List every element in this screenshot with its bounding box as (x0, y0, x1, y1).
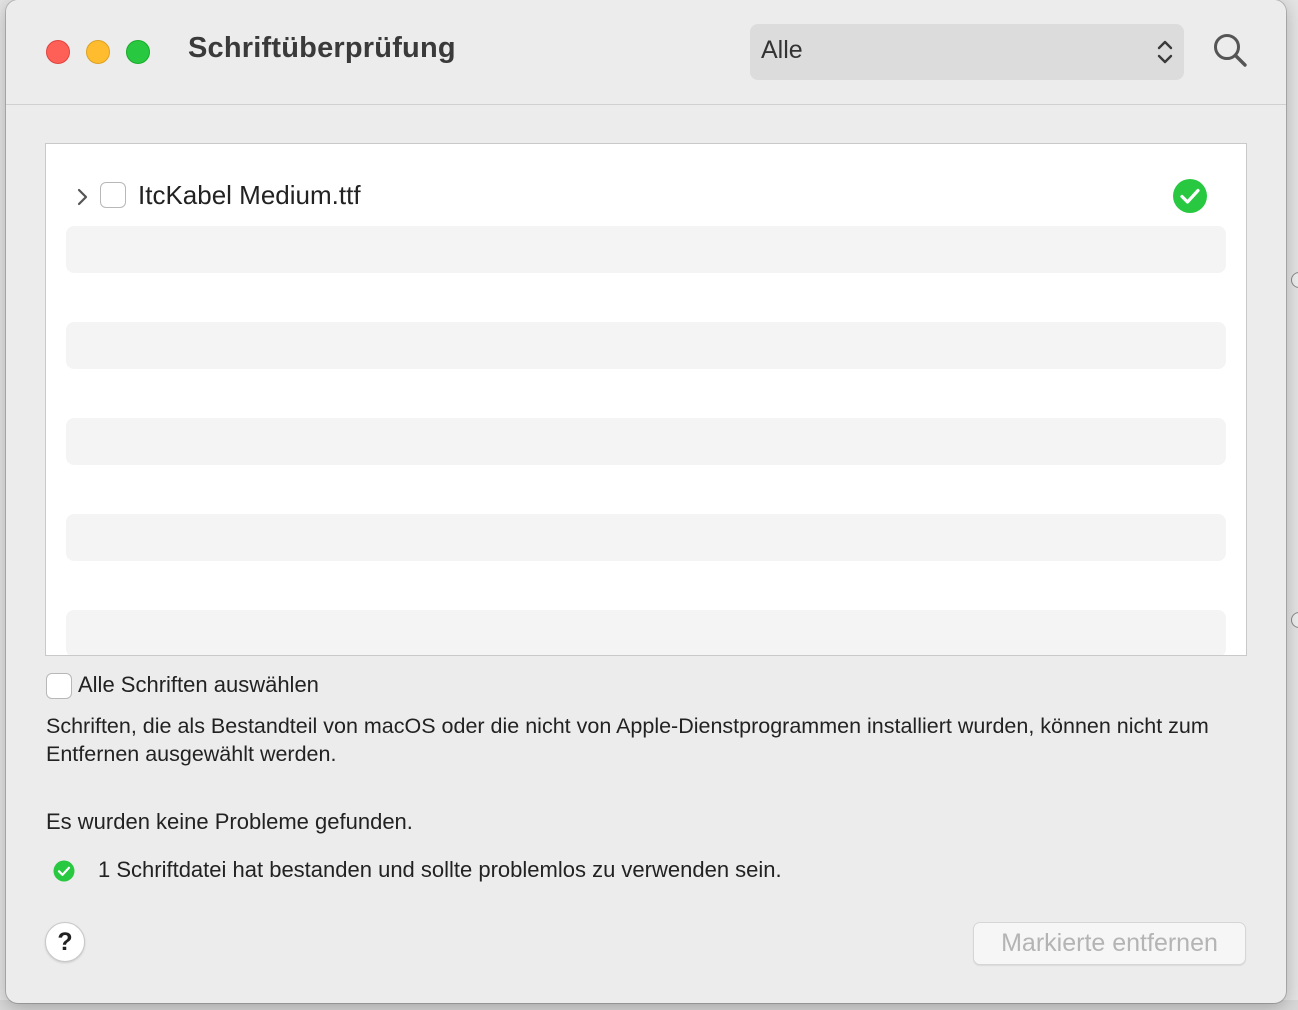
updown-chevron-icon (1156, 38, 1174, 71)
passed-result-text: 1 Schriftdatei hat bestanden und sollte … (98, 857, 782, 882)
filter-popup[interactable]: Alle (750, 24, 1184, 80)
titlebar: Schriftüberprüfung Alle (6, 0, 1286, 105)
close-button[interactable] (46, 40, 70, 64)
empty-row (66, 610, 1226, 655)
font-file-name: ItcKabel Medium.ttf (138, 180, 361, 210)
list-item[interactable]: ItcKabel Medium.ttf (46, 144, 1246, 224)
checkmark-circle-icon (1172, 178, 1208, 219)
help-button[interactable]: ? (45, 922, 85, 962)
minimize-button[interactable] (86, 40, 110, 64)
font-checkbox[interactable] (100, 182, 126, 208)
empty-row (66, 322, 1226, 369)
select-all-label[interactable]: Alle Schriften auswählen (78, 672, 319, 698)
select-all-checkbox[interactable] (46, 673, 72, 699)
empty-row (66, 226, 1226, 273)
window-title: Schriftüberprüfung (188, 32, 456, 64)
results-summary: Es wurden keine Probleme gefunden. (46, 809, 413, 834)
empty-row (66, 514, 1226, 561)
font-list[interactable]: ItcKabel Medium.ttf (45, 143, 1247, 656)
background-app-circle (1291, 272, 1298, 288)
background-app-circle (1291, 612, 1298, 628)
search-icon[interactable] (1212, 32, 1250, 75)
filter-selected-value: Alle (761, 36, 803, 64)
font-validation-window: Schriftüberprüfung Alle ItcKabel Medium.… (6, 0, 1286, 1003)
remove-marked-button[interactable]: Markierte entfernen (973, 922, 1246, 965)
info-note: Schriften, die als Bestandteil von macOS… (46, 714, 1209, 766)
zoom-button[interactable] (126, 40, 150, 64)
chevron-right-icon[interactable] (77, 188, 89, 211)
checkmark-circle-icon (53, 860, 75, 887)
empty-row (66, 418, 1226, 465)
